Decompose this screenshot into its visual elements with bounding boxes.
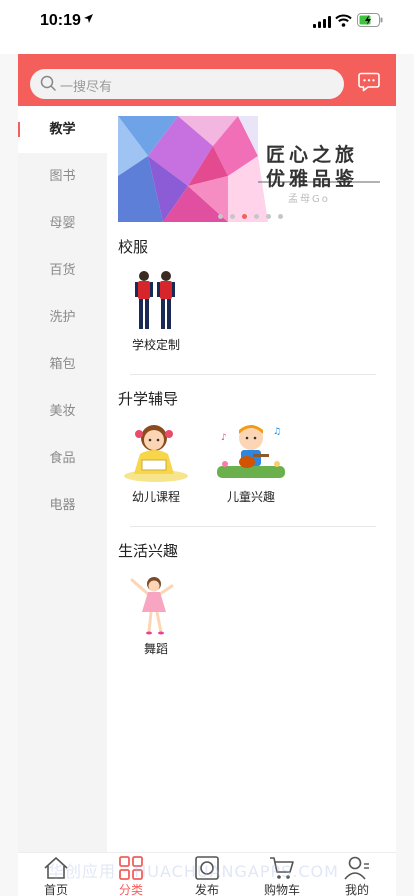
- carousel-dots: [218, 214, 290, 220]
- search-icon: [40, 75, 56, 91]
- status-time: 10:19: [40, 12, 81, 29]
- category-card-children-interest[interactable]: ♪ ♫ 儿童兴趣: [213, 420, 289, 512]
- category-card-label: 学校定制: [131, 338, 180, 352]
- sidebar-item-books[interactable]: 图书: [18, 153, 107, 200]
- tab-label: 分类: [118, 883, 143, 896]
- tab-label: 我的: [344, 883, 369, 896]
- category-card-preschool-course[interactable]: 幼儿课程: [118, 420, 194, 512]
- category-card-label: 幼儿课程: [131, 490, 180, 504]
- carousel-dot[interactable]: [218, 214, 223, 219]
- sidebar-item-wash-care[interactable]: 洗护: [18, 294, 107, 341]
- sidebar-item-appliances[interactable]: 电器: [18, 482, 107, 529]
- frame-right-edge: [396, 54, 414, 896]
- frame-left-edge: [0, 54, 18, 896]
- school-uniform-illustration: [135, 271, 175, 329]
- section-divider: [130, 374, 376, 375]
- sidebar-item-bags[interactable]: 箱包: [18, 341, 107, 388]
- tab-label: 发布: [194, 883, 219, 896]
- carousel-dot[interactable]: [254, 214, 259, 219]
- tab-label: 购物车: [263, 883, 300, 896]
- category-card-dance[interactable]: 舞蹈: [118, 572, 194, 664]
- category-card-label: 儿童兴趣: [226, 490, 275, 504]
- sidebar-item-maternity[interactable]: 母婴: [18, 200, 107, 247]
- sidebar-item-food[interactable]: 食品: [18, 435, 107, 482]
- section-title-life-interest: 生活兴趣: [118, 542, 179, 560]
- status-bar: 10:19: [0, 0, 414, 44]
- section-divider: [130, 526, 376, 527]
- watermark: 华创应用 · HUACHUANGAPPS.COM: [48, 862, 339, 881]
- section-title-uniform: 校服: [118, 238, 149, 256]
- promo-banner[interactable]: 匠心之旅 优雅品鉴 孟母Go: [118, 116, 385, 222]
- sidebar-item-teaching[interactable]: 教学: [18, 106, 107, 153]
- header: 一搜尽有: [18, 54, 396, 106]
- category-card-label: 舞蹈: [143, 642, 168, 656]
- svg-text:♪: ♪: [221, 433, 227, 443]
- category-content: 匠心之旅 优雅品鉴 孟母Go 校服 学校定制 升学辅导 幼儿课程 ♪ ♫ 儿童兴…: [107, 106, 396, 852]
- girl-reading-illustration: [124, 425, 188, 482]
- category-card-school-custom[interactable]: 学校定制: [118, 268, 194, 360]
- banner-headline-2: 优雅品鉴: [266, 168, 359, 190]
- banner-headline-1: 匠心之旅: [266, 144, 359, 166]
- svg-text:♫: ♫: [273, 427, 281, 437]
- wifi-icon: [335, 14, 352, 27]
- carousel-dot[interactable]: [266, 214, 271, 219]
- tab-label: 首页: [43, 883, 68, 896]
- chat-bubble-icon[interactable]: [358, 72, 380, 92]
- location-arrow-icon: [84, 14, 93, 23]
- category-sidebar: 教学 图书 母婴 百货 洗护 箱包 美妆 食品 电器: [18, 106, 107, 852]
- carousel-dot[interactable]: [230, 214, 235, 219]
- dancing-girl-illustration: [130, 577, 174, 635]
- cellular-signal-icon: [313, 16, 331, 28]
- boy-guitar-illustration: ♪♫: [217, 425, 285, 478]
- battery-charging-icon: [357, 13, 383, 27]
- user-icon: [344, 856, 369, 880]
- banner-brand-logo: 孟母Go: [288, 194, 330, 205]
- sidebar-item-cosmetics[interactable]: 美妆: [18, 388, 107, 435]
- carousel-dot[interactable]: [278, 214, 283, 219]
- search-placeholder: 一搜尽有: [60, 80, 113, 95]
- search-input[interactable]: 一搜尽有: [30, 69, 344, 99]
- carousel-dot-active[interactable]: [242, 214, 247, 219]
- section-title-tutoring: 升学辅导: [118, 390, 179, 408]
- sidebar-item-general-goods[interactable]: 百货: [18, 247, 107, 294]
